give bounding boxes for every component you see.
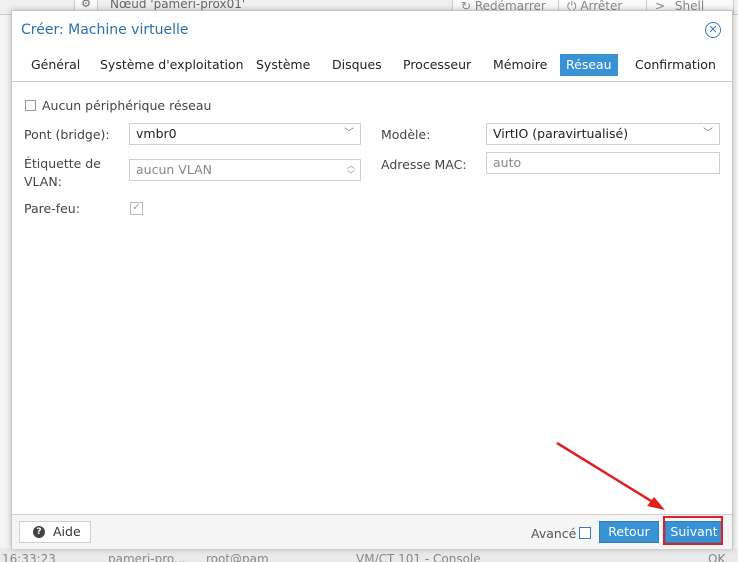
task-node: pameri-pro... [108,552,186,562]
model-value: VirtIO (paravirtualisé) [493,126,629,141]
spinner-icon[interactable]: ︿ ﹀ [347,161,355,179]
help-button[interactable]: ? Aide [19,521,91,543]
close-icon[interactable]: ✕ [705,22,721,38]
vlan-tag-field[interactable]: aucun VLAN ︿ ﹀ [129,159,361,181]
dialog-footer: ? Aide Avancé Retour Suivant [12,514,732,549]
bridge-select[interactable]: vmbr0 ﹀ [129,123,361,145]
task-description: VM/CT 101 - Console [356,552,481,562]
no-network-checkbox[interactable] [25,100,36,111]
help-icon: ? [33,526,45,538]
tab-confirmation[interactable]: Confirmation [629,54,722,76]
tab-os[interactable]: Système d'exploitation [94,54,250,76]
create-vm-dialog: Créer: Machine virtuelle ✕ Général Systè… [11,10,733,549]
vlan-value: aucun VLAN [136,162,212,177]
mac-label: Adresse MAC: [381,157,467,172]
model-select[interactable]: VirtIO (paravirtualisé) ﹀ [486,123,720,145]
tab-system[interactable]: Système [250,54,316,76]
chevron-down-icon: ﹀ [703,128,713,139]
model-label: Modèle: [381,127,431,142]
tab-network[interactable]: Réseau [560,54,618,76]
no-network-label: Aucun périphérique réseau [42,98,212,113]
firewall-checkbox[interactable]: ✓ [130,202,143,215]
network-form: Aucun périphérique réseau Pont (bridge):… [12,81,732,513]
next-button-highlight [663,516,723,545]
back-button[interactable]: Retour [599,521,659,543]
vlan-label-line2: VLAN: [24,174,62,189]
tab-cpu[interactable]: Processeur [397,54,477,76]
firewall-label: Pare-feu: [24,201,80,216]
dialog-title-bar: Créer: Machine virtuelle ✕ [12,11,732,51]
task-status: OK [708,552,726,562]
dialog-title: Créer: Machine virtuelle [21,22,189,38]
background-task-log: 16:33:23 pameri-pro... root@pam VM/CT 10… [0,548,738,562]
mac-address-field[interactable]: auto [486,152,720,174]
vlan-label: Étiquette de [24,156,101,171]
mac-value: auto [493,155,522,170]
tab-memory[interactable]: Mémoire [487,54,553,76]
tab-disks[interactable]: Disques [326,54,388,76]
bridge-value: vmbr0 [136,126,177,141]
task-user: root@pam [206,552,269,562]
chevron-down-icon: ﹀ [344,128,354,139]
task-time: 16:33:23 [2,552,56,562]
tab-general[interactable]: Général [25,54,86,76]
help-label: Aide [53,524,81,539]
advanced-checkbox[interactable] [579,527,591,539]
bridge-label: Pont (bridge): [24,127,110,142]
wizard-tabs: Général Système d'exploitation Système D… [12,51,732,82]
advanced-label: Avancé [531,526,577,541]
